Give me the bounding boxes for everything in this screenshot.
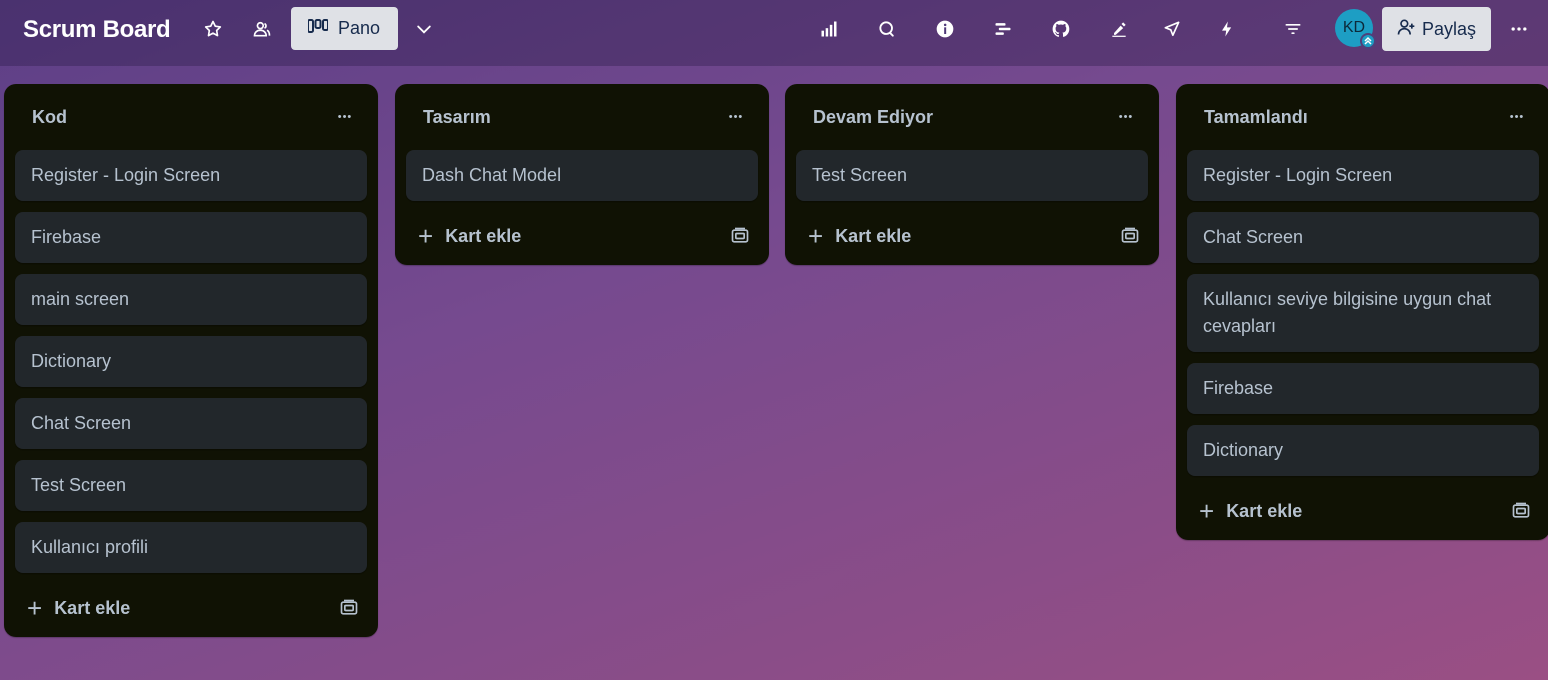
list-column: Tamamlandı ••• Register - Login Screen Chat… [1176,84,1548,540]
github-icon[interactable] [1045,13,1077,45]
plus-icon: + [27,593,43,623]
add-card-label: Kart ekle [1226,500,1303,521]
add-card-button[interactable]: + Kart ekle [27,595,130,621]
list-menu-icon[interactable]: ••• [329,111,361,123]
workspace-visibility-icon[interactable] [246,13,278,45]
list-header: Tasarım ••• [406,84,758,150]
plus-icon: + [418,221,434,251]
list-column: Devam Ediyor ••• Test Screen + Kart ekle [785,84,1159,265]
chevron-down-icon[interactable] [408,13,440,45]
board-view-icon [307,18,329,39]
share-button[interactable]: Paylaş [1382,7,1491,51]
card-template-icon[interactable] [730,226,750,246]
dashboard-icon[interactable] [813,13,845,45]
card[interactable]: Kullanıcı profili [15,522,367,573]
card[interactable]: Chat Screen [15,398,367,449]
rocket-icon[interactable] [1156,13,1188,45]
list-header: Devam Ediyor ••• [796,84,1148,150]
info-icon[interactable] [929,13,961,45]
add-card-button[interactable]: + Kart ekle [808,223,911,249]
card[interactable]: main screen [15,274,367,325]
list-header: Kod ••• [15,84,367,150]
board-view-label: Pano [338,18,381,38]
add-member-icon [1396,17,1416,42]
list-footer: + Kart ekle [796,207,1148,265]
card[interactable]: Kullanıcı seviye bilgisine uygun chat ce… [1187,274,1539,352]
board-title[interactable]: Scrum Board [23,16,171,44]
list-column: Tasarım ••• Dash Chat Model + Kart ekle [395,84,769,265]
list-footer: + Kart ekle [1187,482,1539,540]
list-title[interactable]: Tamamlandı [1204,107,1308,128]
card[interactable]: Dash Chat Model [406,150,758,201]
list-title[interactable]: Tasarım [423,107,491,128]
more-icon[interactable] [1503,13,1535,45]
add-card-button[interactable]: + Kart ekle [1199,498,1302,524]
list-menu-icon[interactable]: ••• [1501,111,1533,123]
list-header: Tamamlandı ••• [1187,84,1539,150]
star-icon[interactable] [197,13,229,45]
pin-icon[interactable] [1103,13,1135,45]
list-column: Kod ••• Register - Login Screen Firebase mai… [4,84,378,637]
card[interactable]: Dictionary [1187,425,1539,476]
list-footer: + Kart ekle [15,579,367,637]
list-menu-icon[interactable]: ••• [1110,111,1142,123]
card-template-icon[interactable] [339,598,359,618]
card[interactable]: Firebase [1187,363,1539,414]
add-card-label: Kart ekle [835,225,912,246]
card[interactable]: Test Screen [15,460,367,511]
plus-icon: + [808,221,824,251]
board-view-button[interactable]: Pano [291,7,398,50]
filter-icon[interactable] [1277,13,1309,45]
card[interactable]: Dictionary [15,336,367,387]
board-header: Scrum Board Pano KD Paylaş [0,0,1548,66]
card[interactable]: Firebase [15,212,367,263]
list-title[interactable]: Kod [32,107,67,128]
card-template-icon[interactable] [1511,501,1531,521]
plus-icon: + [1199,496,1215,526]
list-title[interactable]: Devam Ediyor [813,107,933,128]
add-card-label: Kart ekle [445,225,522,246]
card[interactable]: Chat Screen [1187,212,1539,263]
list-menu-icon[interactable]: ••• [720,111,752,123]
member-avatar[interactable]: KD [1335,9,1376,49]
card[interactable]: Test Screen [796,150,1148,201]
card-template-icon[interactable] [1120,226,1140,246]
share-label: Paylaş [1422,18,1477,39]
card[interactable]: Register - Login Screen [15,150,367,201]
card[interactable]: Register - Login Screen [1187,150,1539,201]
add-card-label: Kart ekle [54,597,131,618]
add-card-button[interactable]: + Kart ekle [418,223,521,249]
timeline-icon[interactable] [987,13,1019,45]
automation-icon[interactable] [1211,13,1243,45]
list-footer: + Kart ekle [406,207,758,265]
butler-icon[interactable] [871,13,903,45]
admin-badge-icon [1360,33,1376,49]
